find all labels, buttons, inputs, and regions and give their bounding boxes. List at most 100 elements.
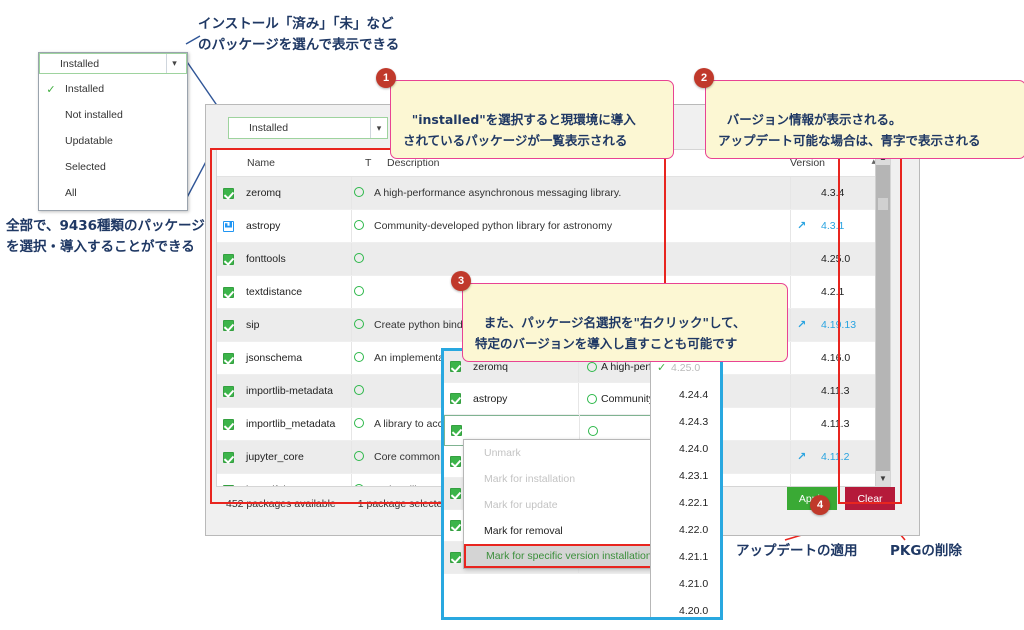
- filter-dropdown-popup[interactable]: Installed ▾ ✓ Installed Not installed Up…: [38, 52, 188, 211]
- checkbox-checked-icon[interactable]: [223, 451, 234, 463]
- version-submenu-item[interactable]: 4.21.0: [651, 570, 720, 597]
- cell-name[interactable]: textdistance: [234, 276, 352, 308]
- header-name[interactable]: Name: [239, 157, 365, 169]
- checkbox-checked-icon[interactable]: [223, 385, 234, 397]
- checkbox-checked-icon[interactable]: [450, 520, 461, 531]
- cell-name[interactable]: jupyter_core: [234, 441, 352, 473]
- version-submenu-label: 4.21.1: [679, 550, 709, 563]
- version-text: 4.2.1: [821, 286, 845, 298]
- package-type-circle-icon: [354, 417, 364, 428]
- package-type-circle-icon: [587, 393, 597, 404]
- table-row[interactable]: astropy Community-developed python librar…: [217, 210, 890, 243]
- cell-name[interactable]: astropy: [234, 210, 352, 242]
- dropdown-option-selected[interactable]: Selected: [39, 154, 187, 180]
- detail-package-name: astropy: [461, 383, 579, 414]
- version-submenu-item[interactable]: 4.21.1: [651, 543, 720, 570]
- check-icon: ✓: [46, 83, 56, 96]
- chevron-down-icon[interactable]: ▾: [370, 118, 387, 138]
- scrollbar-thumb[interactable]: [878, 198, 888, 210]
- dropdown-option-updatable[interactable]: Updatable: [39, 128, 187, 154]
- dropdown-option-label: All: [65, 187, 77, 199]
- cell-name[interactable]: jsonschema: [234, 342, 352, 374]
- cell-name[interactable]: importlib_metadata: [234, 408, 352, 440]
- header-type[interactable]: T: [365, 157, 387, 169]
- dropdown-option-all[interactable]: All: [39, 180, 187, 206]
- package-name: zeromq: [246, 187, 282, 199]
- checkbox-marked-icon[interactable]: [223, 220, 234, 232]
- checkbox-checked-icon[interactable]: [450, 488, 461, 499]
- checkbox-checked-icon[interactable]: [450, 361, 461, 372]
- package-type-circle-icon: [354, 450, 364, 461]
- dropdown-option-label: Not installed: [65, 109, 123, 121]
- package-type-circle-icon: [354, 285, 364, 296]
- context-menu-item: Mark for installation: [464, 466, 671, 492]
- package-type-circle-icon: [354, 318, 364, 329]
- table-row[interactable]: zeromq A high-performance asynchronous me…: [217, 177, 890, 210]
- checkbox-checked-icon[interactable]: [223, 418, 234, 430]
- filter-combobox[interactable]: Installed ▾: [228, 117, 388, 139]
- context-menu-item[interactable]: Mark for specific version installation▶: [464, 544, 671, 568]
- clear-button[interactable]: Clear: [845, 487, 895, 510]
- checkbox-checked-icon[interactable]: [223, 253, 234, 265]
- package-type-circle-icon: [354, 384, 364, 395]
- version-text: 4.25.0: [821, 253, 851, 265]
- callout-1: "installed"を選択すると現環境に導入 されているパッケージが一覧表示さ…: [390, 80, 674, 159]
- package-name: importlib_metadata: [246, 418, 336, 430]
- package-name: textdistance: [246, 286, 303, 298]
- filter-value: Installed: [249, 122, 289, 134]
- version-submenu-item[interactable]: 4.22.1: [651, 489, 720, 516]
- version-text: 4.11.3: [821, 385, 850, 397]
- update-available-arrow-icon: ↗: [797, 220, 807, 232]
- detail-package-name-text: zeromq: [473, 360, 509, 373]
- checkbox-checked-icon[interactable]: [223, 319, 234, 331]
- version-submenu-item[interactable]: 4.23.1: [651, 462, 720, 489]
- cell-type: [352, 186, 374, 200]
- checkbox-checked-icon[interactable]: [223, 286, 234, 298]
- checkbox-checked-icon[interactable]: [223, 352, 234, 364]
- check-icon: ✓: [657, 362, 667, 374]
- cell-type: [352, 417, 374, 431]
- package-type-circle-icon: [354, 219, 364, 230]
- version-text: 4.11.2: [821, 451, 850, 463]
- cell-type: [352, 450, 374, 464]
- checkbox-checked-icon[interactable]: [223, 484, 234, 486]
- filter-dropdown-list: ✓ Installed Not installed Updatable Sele…: [39, 74, 187, 210]
- cell-type: [352, 483, 374, 486]
- scroll-down-icon[interactable]: ▼: [876, 471, 890, 486]
- cell-name[interactable]: beautifulsoup4: [234, 474, 352, 486]
- version-submenu-item[interactable]: 4.24.0: [651, 435, 720, 462]
- dropdown-option-not-installed[interactable]: Not installed: [39, 102, 187, 128]
- callout-4-badge: 4: [810, 495, 830, 515]
- version-text: 4.19.13: [821, 319, 857, 331]
- cell-name[interactable]: fonttools: [234, 243, 352, 275]
- version-submenu-item[interactable]: 4.24.4: [651, 381, 720, 408]
- filter-dropdown-value: Installed: [60, 57, 100, 70]
- context-menu-item[interactable]: Mark for removal: [464, 518, 671, 544]
- version-submenu-item[interactable]: 4.24.3: [651, 408, 720, 435]
- package-name: sip: [246, 319, 260, 331]
- cell-name[interactable]: zeromq: [234, 177, 352, 209]
- version-submenu-label: 4.20.0: [679, 604, 709, 617]
- checkbox-checked-icon[interactable]: [450, 552, 461, 563]
- version-submenu-item[interactable]: 4.22.0: [651, 516, 720, 543]
- checkbox-checked-icon[interactable]: [450, 456, 461, 467]
- checkbox-checked-icon[interactable]: [450, 393, 461, 404]
- version-submenu-label: 4.22.1: [679, 496, 709, 509]
- table-row[interactable]: fonttools 4.25.0: [217, 243, 890, 276]
- cell-type: [352, 252, 374, 266]
- version-submenu-item[interactable]: 4.20.0: [651, 597, 720, 617]
- chevron-down-icon[interactable]: ▾: [166, 54, 182, 73]
- package-context-menu[interactable]: Unmark Mark for installation Mark for upda…: [463, 439, 672, 569]
- version-submenu[interactable]: ✓ 4.25.0 4.24.4 4.24.3 4.24.0 4.23.1 4.22.1 4.2…: [650, 353, 720, 617]
- dropdown-option-installed[interactable]: ✓ Installed: [39, 76, 187, 102]
- cell-name[interactable]: importlib-metadata: [234, 375, 352, 407]
- version-submenu-label: 4.24.3: [679, 415, 709, 428]
- cell-name[interactable]: sip: [234, 309, 352, 341]
- context-menu-item-label: Mark for specific version installation: [486, 550, 652, 562]
- table-scrollbar[interactable]: ▲ ▼: [875, 150, 890, 486]
- action-buttons: Apply Clear: [787, 487, 895, 510]
- checkbox-checked-icon[interactable]: [223, 187, 234, 199]
- checkbox-checked-icon[interactable]: [451, 425, 462, 436]
- filter-dropdown-header[interactable]: Installed ▾: [39, 53, 187, 74]
- cell-type: [352, 384, 374, 398]
